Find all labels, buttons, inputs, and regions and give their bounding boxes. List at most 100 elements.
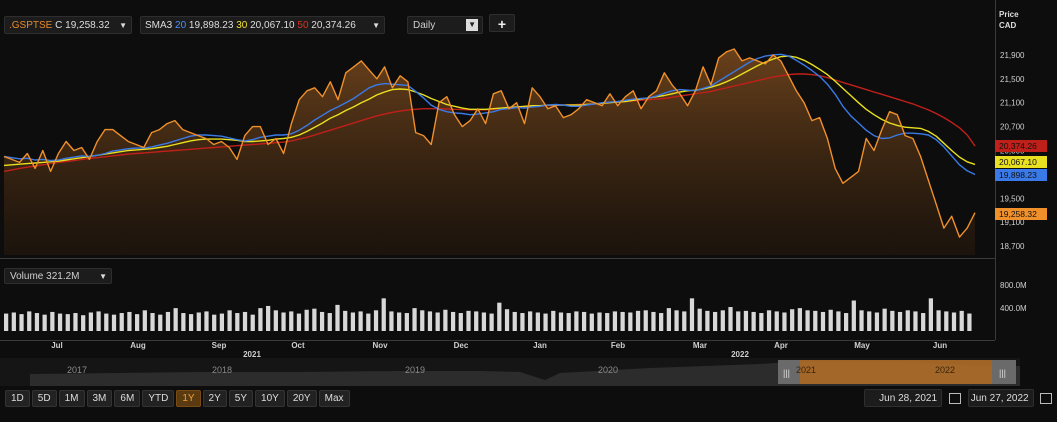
volume-bar [921, 313, 926, 331]
volume-bar [4, 313, 9, 331]
volume-bar [936, 310, 941, 331]
volume-bar [736, 311, 741, 331]
month-label: Aug [130, 341, 146, 350]
period-button-20y[interactable]: 20Y [286, 390, 317, 407]
month-label: Apr [774, 341, 788, 350]
period-button-max[interactable]: Max [318, 390, 350, 407]
month-label: Jan [533, 341, 547, 350]
volume-bar [697, 308, 702, 331]
volume-bar [42, 314, 47, 331]
calendar-icon[interactable] [948, 392, 961, 404]
volume-tick-label: 400.0M [1000, 304, 1027, 313]
volume-bar [489, 313, 494, 331]
volume-bar [897, 311, 903, 331]
month-label: Dec [454, 341, 469, 350]
volume-bar [512, 311, 517, 331]
volume-bar [766, 310, 772, 331]
volume-bar [651, 311, 656, 331]
volume-bar [843, 313, 849, 331]
volume-bar [504, 309, 510, 331]
volume-bar [289, 311, 294, 331]
period-button-1y[interactable]: 1Y [176, 390, 201, 407]
volume-bar [135, 314, 140, 331]
volume-bar [373, 310, 379, 331]
volume-bar [204, 311, 209, 331]
volume-bar [612, 311, 618, 331]
period-button-ytd[interactable]: YTD [142, 390, 175, 407]
volume-bar [427, 311, 433, 331]
volume-bar [181, 313, 186, 331]
price-tag-label: 20,374.26 [999, 141, 1037, 151]
volume-bar [343, 310, 348, 331]
volume-bar [150, 313, 155, 331]
volume-bar [173, 308, 178, 331]
navigator-year-label: 2021 [796, 365, 816, 375]
period-button-3m[interactable]: 3M [86, 390, 113, 407]
volume-bar [235, 313, 240, 331]
volume-selector[interactable]: Volume 321.2M ▼ [4, 268, 112, 284]
volume-bar [258, 308, 263, 331]
volume-bar [905, 310, 910, 331]
volume-bar [874, 312, 880, 331]
navigator-handle-grip: ||| [783, 368, 790, 378]
period-button-1m[interactable]: 1M [58, 390, 85, 407]
month-label: Nov [372, 341, 388, 350]
volume-bar [466, 310, 471, 331]
volume-bar [119, 313, 124, 331]
start-date-field[interactable]: Jun 28, 2021 [864, 389, 942, 407]
period-button-6m[interactable]: 6M [114, 390, 141, 407]
volume-bar [928, 298, 934, 331]
volume-bar [959, 310, 964, 331]
volume-bar [142, 310, 147, 331]
volume-bar [250, 314, 255, 331]
calendar-icon[interactable] [1040, 392, 1053, 404]
volume-bar [497, 302, 502, 331]
volume-bar [104, 313, 109, 331]
volume-bar [558, 312, 564, 331]
volume-bar [890, 310, 895, 331]
volume-bar [450, 311, 456, 331]
period-button-1d[interactable]: 1D [5, 390, 30, 407]
price-tag-label: 19,898.23 [999, 170, 1037, 180]
volume-bar [65, 314, 70, 331]
volume-bar [420, 310, 425, 331]
volume-bar [196, 312, 201, 331]
volume-bar [674, 310, 679, 331]
navigator-handle-grip: ||| [999, 368, 1006, 378]
volume-bar [397, 312, 402, 331]
price-chart[interactable]: 18,70019,10019,50020,30020,70021,10021,5… [0, 0, 1057, 422]
volume-bar [782, 312, 787, 331]
period-button-10y[interactable]: 10Y [255, 390, 285, 407]
volume-bar [34, 313, 40, 331]
month-label: Jun [933, 341, 947, 350]
price-tick-label: 19,500 [1000, 194, 1025, 203]
volume-bar [967, 313, 972, 331]
volume-bar [296, 313, 302, 331]
volume-bar [643, 310, 648, 331]
volume-bar [366, 313, 371, 331]
period-button-5y[interactable]: 5Y [228, 390, 254, 407]
volume-bar [335, 304, 340, 331]
volume-bar [389, 311, 394, 331]
volume-bar [96, 311, 101, 331]
volume-bar [528, 311, 533, 331]
date-range: Jun 28, 2021 Jun 27, 2022 [864, 389, 1053, 407]
period-button-5d[interactable]: 5D [31, 390, 57, 407]
price-tag-label: 20,067.10 [999, 157, 1037, 167]
volume-bar [73, 313, 78, 331]
volume-bar [944, 311, 949, 331]
chevron-down-icon: ▼ [99, 272, 107, 281]
volume-bar [635, 310, 641, 331]
volume-bar [805, 310, 810, 331]
volume-bar [551, 310, 556, 331]
volume-bar [188, 314, 194, 331]
period-button-2y[interactable]: 2Y [202, 390, 227, 407]
range-navigator[interactable]: ||| ||| [0, 358, 1020, 386]
end-date-field[interactable]: Jun 27, 2022 [967, 389, 1034, 407]
volume-bar [828, 309, 833, 331]
volume-bar [50, 311, 55, 331]
volume-bar [867, 311, 872, 331]
price-tick-label: 21,900 [1000, 51, 1025, 60]
volume-bar [666, 308, 671, 331]
volume-bar [327, 313, 332, 331]
